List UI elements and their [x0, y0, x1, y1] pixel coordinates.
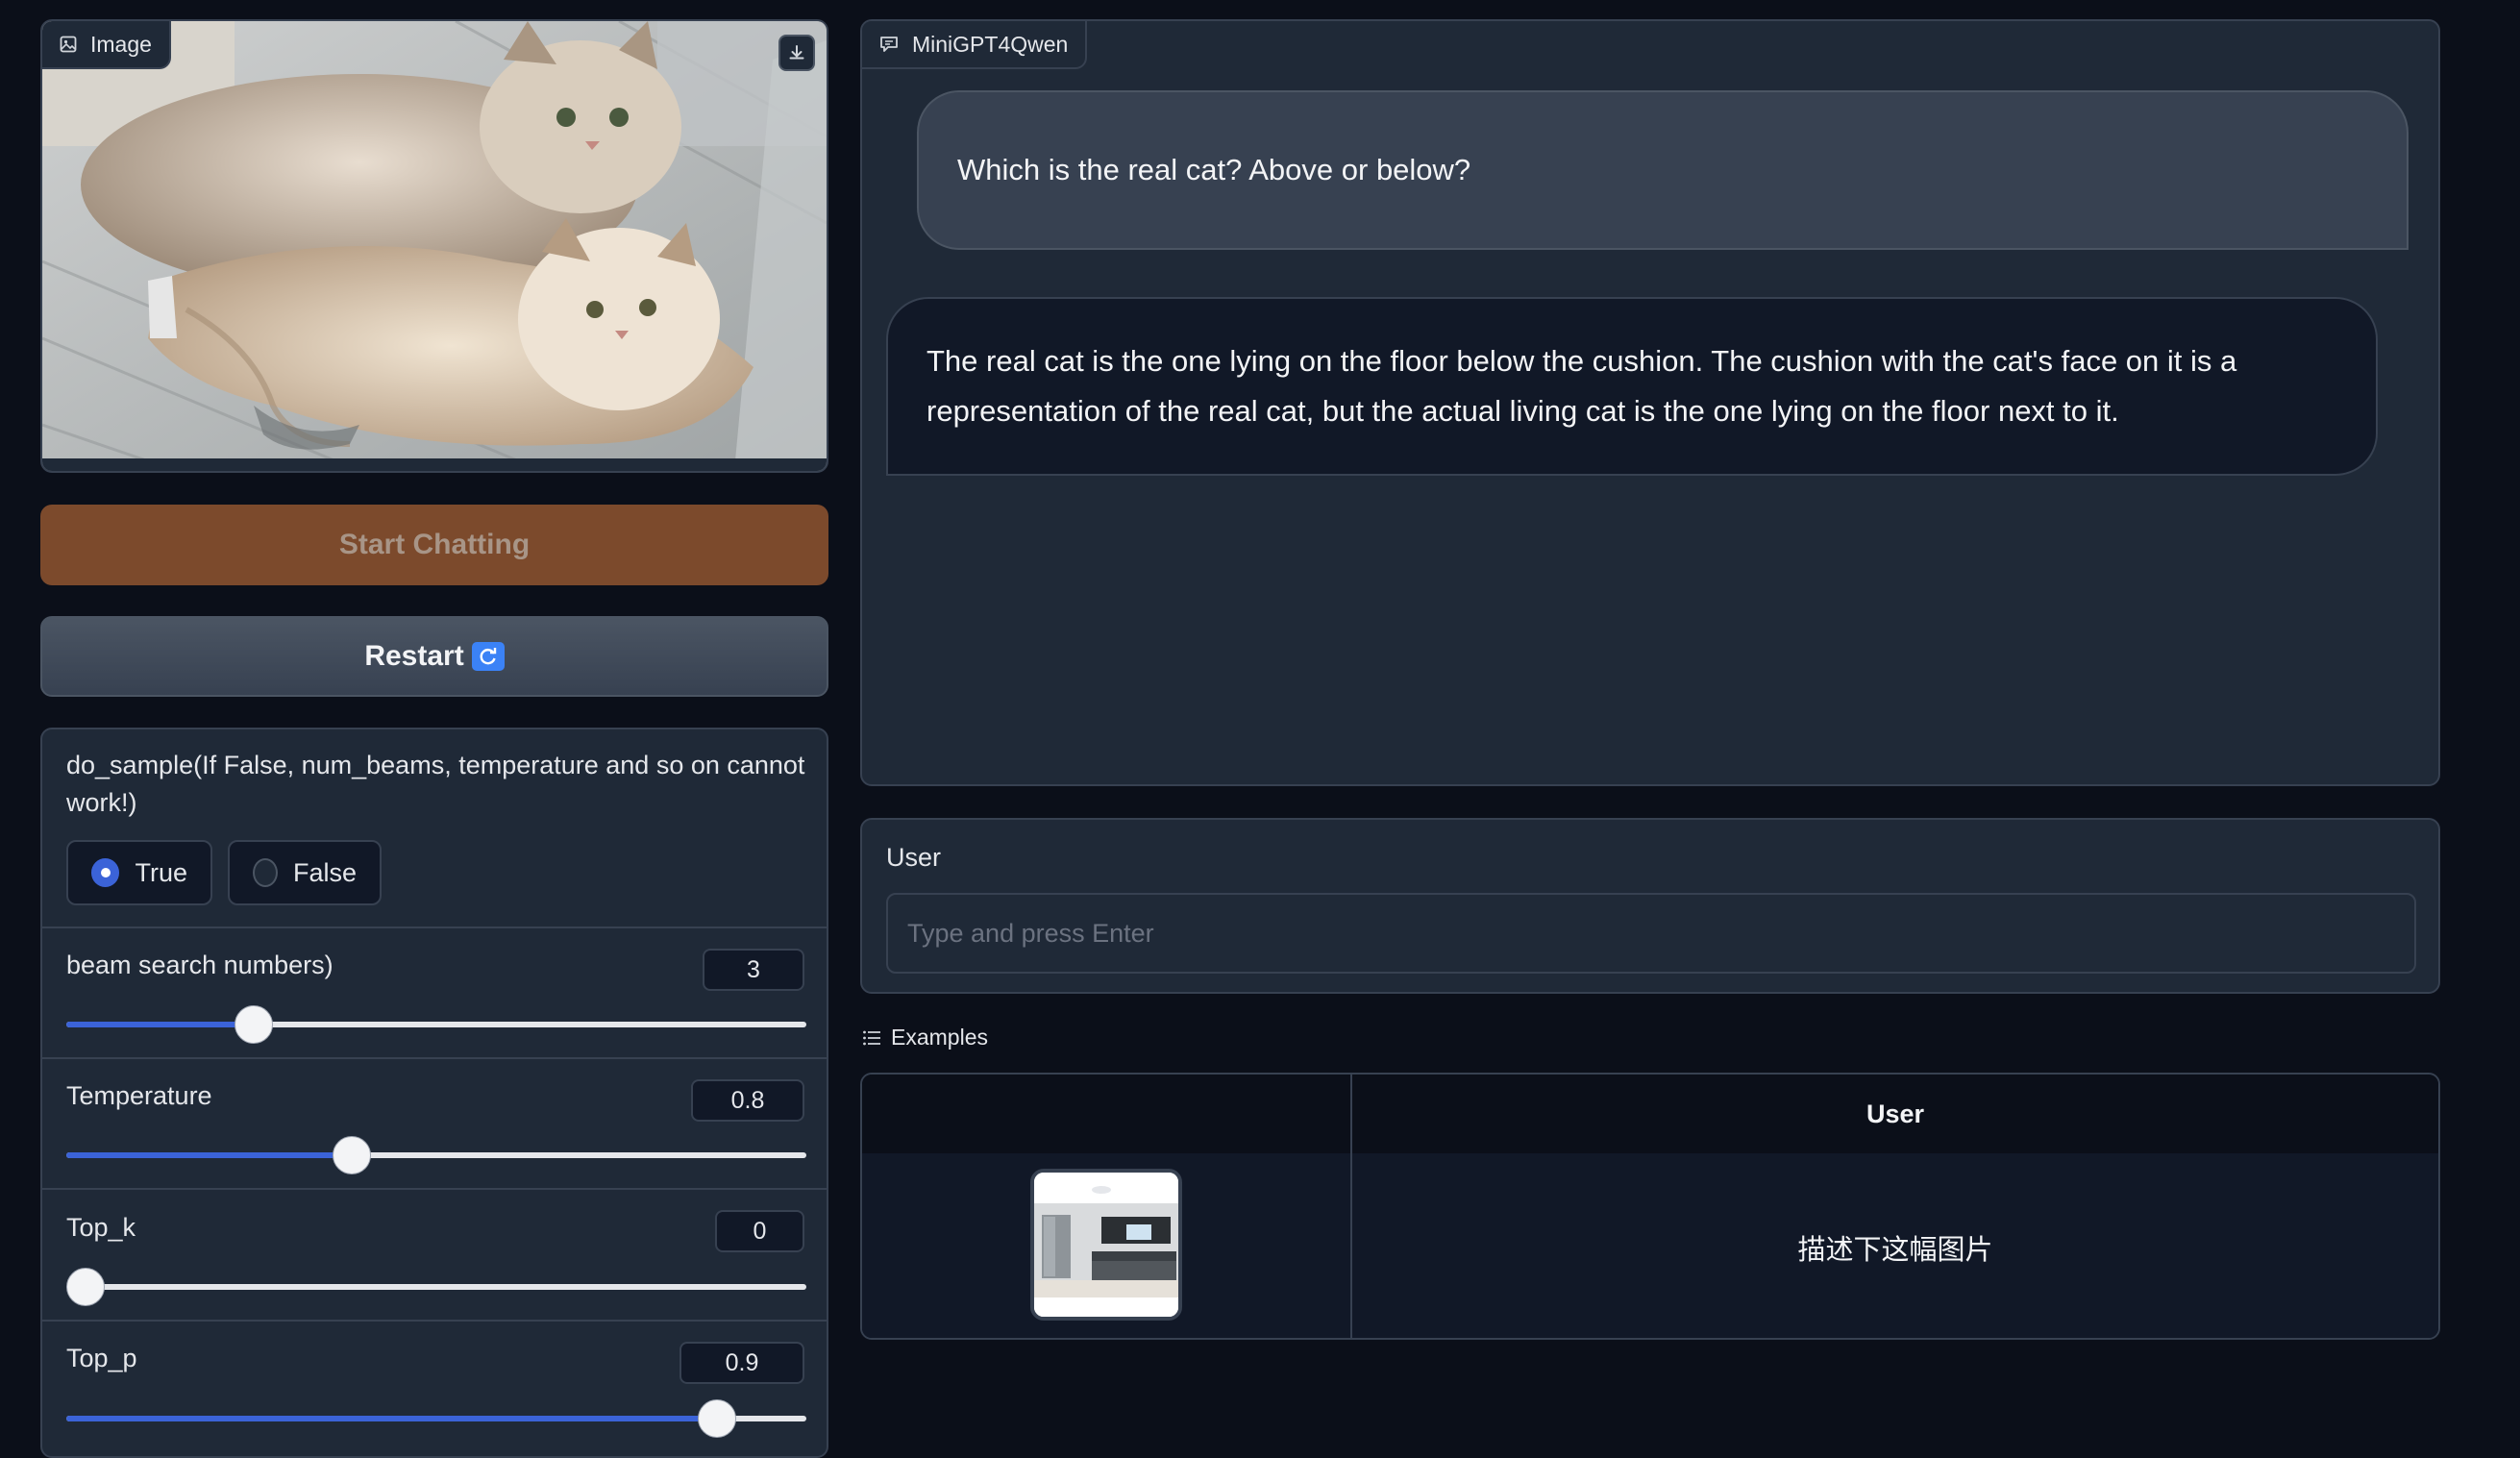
download-icon	[787, 43, 806, 62]
slider-fill	[66, 1152, 353, 1158]
start-chatting-button[interactable]: Start Chatting	[40, 505, 828, 585]
column-divider	[1350, 1075, 1352, 1338]
slider-thumb[interactable]	[235, 1005, 274, 1044]
chatbot-label: MiniGPT4Qwen	[912, 31, 1069, 57]
example-text: 描述下这幅图片	[1797, 1235, 1993, 1266]
beam-search-slider[interactable]	[66, 1005, 806, 1044]
chatbot-block-label: MiniGPT4Qwen	[862, 21, 1088, 69]
radio-true[interactable]: True	[66, 840, 212, 905]
examples-table: User 描述下这幅图片	[860, 1073, 2440, 1340]
top-k-slider[interactable]	[66, 1268, 806, 1306]
uploaded-cat-image	[42, 21, 827, 471]
top-k-label: Top_k	[66, 1213, 136, 1242]
divider	[42, 927, 827, 928]
image-block-label: Image	[42, 21, 171, 69]
slider-fill	[66, 1416, 717, 1421]
temperature-label: Temperature	[66, 1081, 212, 1110]
divider	[42, 1057, 827, 1059]
top-p-slider[interactable]	[66, 1399, 806, 1438]
examples-table-header: User	[862, 1075, 2438, 1153]
divider	[42, 1320, 827, 1322]
examples-label: Examples	[891, 1025, 988, 1050]
example-row[interactable]: 描述下这幅图片	[862, 1153, 2438, 1338]
temperature-slider[interactable]	[66, 1136, 806, 1174]
slider-thumb[interactable]	[333, 1136, 372, 1174]
generation-settings-panel: do_sample(If False, num_beams, temperatu…	[40, 728, 828, 1458]
slider-fill	[66, 1022, 255, 1027]
restart-button[interactable]: Restart	[40, 616, 828, 697]
user-input-label: User	[886, 843, 942, 872]
image-icon	[60, 36, 77, 53]
do-sample-label: do_sample(If False, num_beams, temperatu…	[66, 751, 805, 817]
slider-thumb[interactable]	[698, 1399, 736, 1438]
example-thumbnail[interactable]	[1030, 1169, 1182, 1321]
bot-message-text: The real cat is the one lying on the flo…	[926, 344, 2237, 428]
bot-message: The real cat is the one lying on the flo…	[886, 297, 2378, 476]
top-p-number-input[interactable]: 0.9	[679, 1342, 804, 1384]
top-k-number-input[interactable]: 0	[715, 1210, 804, 1252]
start-chatting-label: Start Chatting	[338, 529, 531, 560]
radio-false-label: False	[292, 857, 357, 887]
beam-search-number-input[interactable]: 3	[703, 949, 804, 991]
user-input-panel: User	[860, 818, 2440, 994]
slider-thumb[interactable]	[66, 1268, 105, 1306]
beam-search-label: beam search numbers)	[66, 951, 334, 979]
divider	[42, 1188, 827, 1190]
user-message: Which is the real cat? Above or below?	[917, 90, 2409, 250]
radio-true-label: True	[135, 857, 187, 887]
image-panel: Image	[40, 19, 828, 473]
image-label: Image	[90, 31, 152, 57]
temperature-number-input[interactable]: 0.8	[691, 1079, 804, 1122]
download-button[interactable]	[778, 35, 815, 71]
examples-header: Examples	[862, 1025, 988, 1050]
user-message-text: Which is the real cat? Above or below?	[957, 153, 1471, 186]
chatbot-panel: MiniGPT4Qwen Which is the real cat? Abov…	[860, 19, 2440, 786]
kitchen-thumbnail	[1034, 1173, 1178, 1317]
column-header-user: User	[1865, 1099, 1925, 1128]
refresh-icon	[471, 642, 505, 671]
radio-false[interactable]: False	[228, 840, 382, 905]
radio-false-indicator	[253, 858, 278, 887]
top-p-label: Top_p	[66, 1344, 137, 1372]
radio-true-indicator	[91, 858, 120, 887]
chat-icon	[879, 36, 899, 53]
restart-label: Restart	[364, 640, 464, 672]
user-textbox[interactable]	[886, 893, 2416, 974]
list-icon	[862, 1029, 881, 1047]
